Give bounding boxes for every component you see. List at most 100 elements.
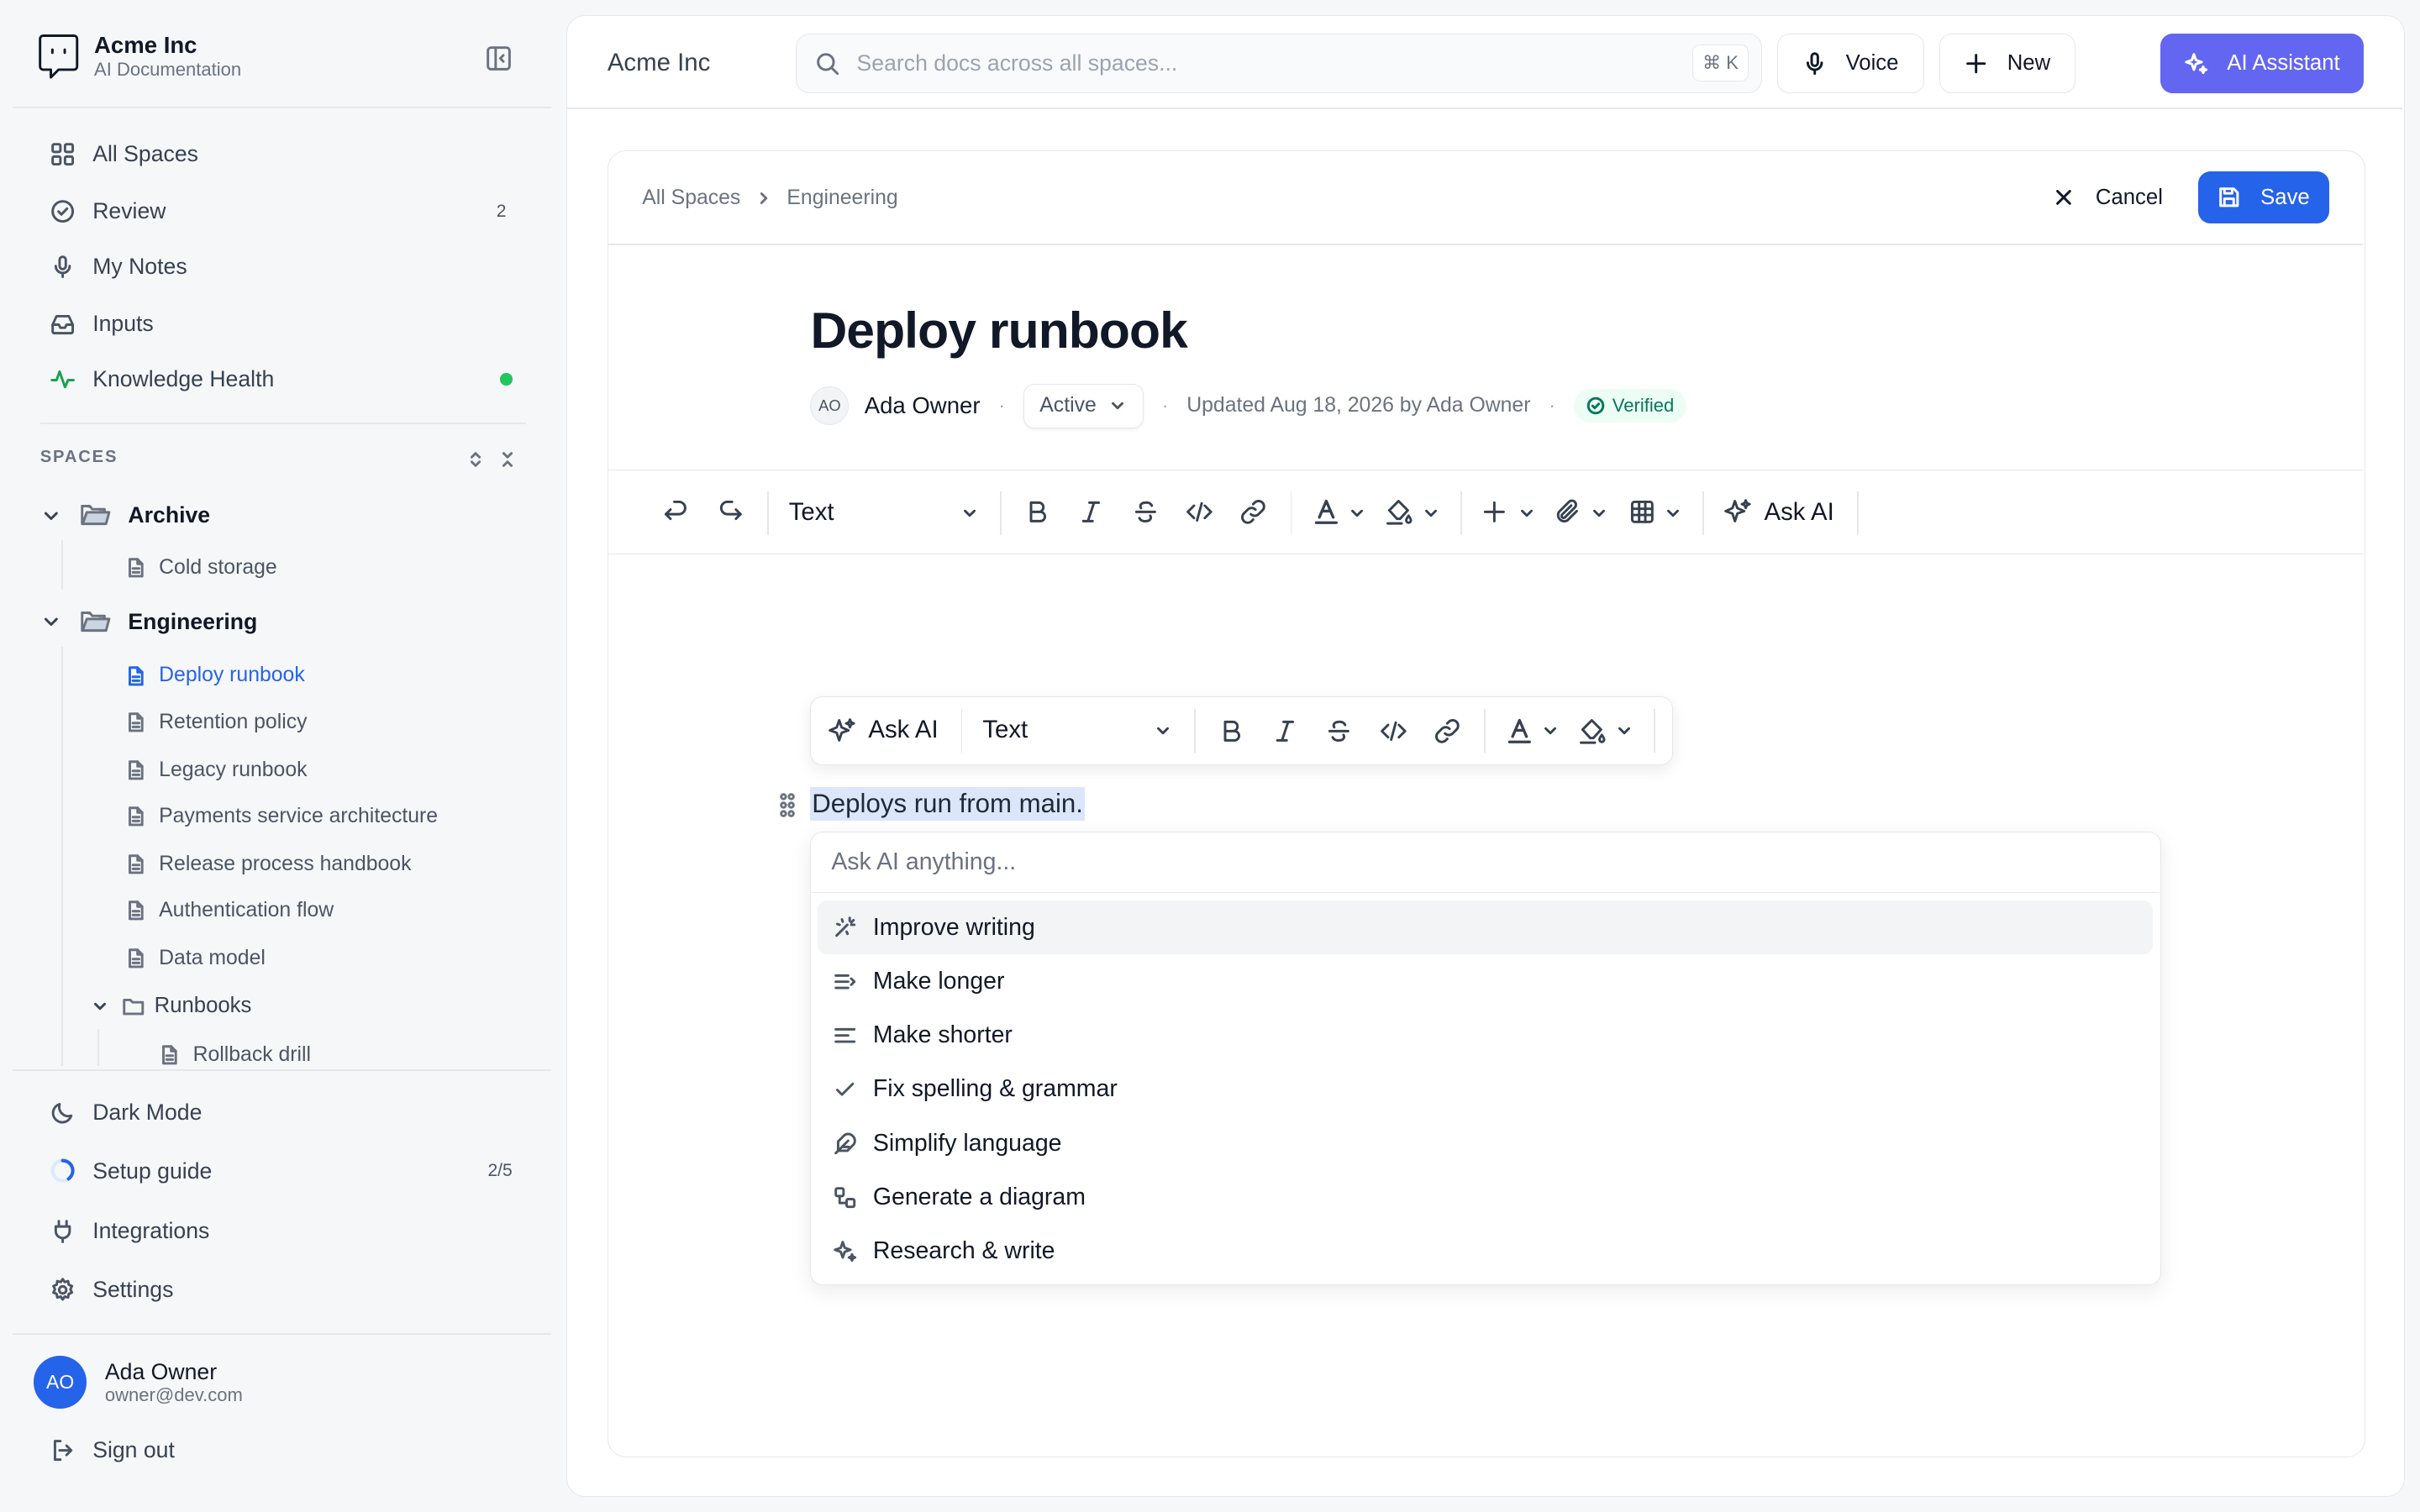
doc-payments-service-architecture[interactable]: Payments service architecture [125,802,438,830]
attachment-icon[interactable] [1553,496,1584,528]
doc-authentication-flow[interactable]: Authentication flow [125,896,334,924]
chevron-down-icon[interactable] [1664,504,1682,522]
bold-icon[interactable] [1216,716,1247,747]
bubble-block-type[interactable]: Text [982,716,1028,744]
bubble-ask-ai-button[interactable]: Ask AI [868,716,938,744]
nav-integrations[interactable]: Integrations [34,1206,528,1256]
strikethrough-icon[interactable] [1130,496,1161,528]
ai-prompt-input[interactable] [811,832,2159,893]
breadcrumb-engineering[interactable]: Engineering [786,186,897,210]
ai-option-simplify-language[interactable]: Simplify language [818,1116,2153,1170]
text-color-icon[interactable] [1504,716,1535,747]
editor-toolbar: Text Ask AI [608,469,2364,554]
chevron-down-icon[interactable] [1518,504,1536,522]
ai-option-make-longer[interactable]: Make longer [818,954,2153,1008]
sparkles-icon[interactable] [1723,496,1754,528]
user-avatar[interactable]: AO [34,1356,87,1409]
space-name: Engineering [128,608,258,634]
nav-all-spaces[interactable]: All Spaces [34,129,528,179]
search-bar[interactable]: ⌘ K [795,33,1762,94]
ai-assistant-button[interactable]: AI Assistant [2160,33,2365,94]
table-icon[interactable] [1627,496,1658,528]
strikethrough-icon[interactable] [1323,716,1355,747]
chevron-down-icon [1108,396,1127,415]
sparkles-icon[interactable] [827,716,858,747]
doc-retention-policy[interactable]: Retention policy [125,708,307,736]
ai-option-improve-writing[interactable]: Improve writing [817,900,2153,955]
check-circle-icon [50,198,76,224]
save-button[interactable]: Save [2197,171,2329,224]
ai-option-fix-spelling[interactable]: Fix spelling & grammar [818,1063,2153,1116]
gear-icon [50,1277,76,1303]
link-icon[interactable] [1238,496,1269,528]
folder-icon [122,995,145,1018]
author-avatar: AO [810,386,850,426]
sidebar-collapse-icon[interactable] [485,45,513,72]
nav-my-notes[interactable]: My Notes [34,242,528,291]
nav-inputs[interactable]: Inputs [34,299,528,349]
doc-cold-storage[interactable]: Cold storage [125,554,277,581]
ai-option-make-shorter[interactable]: Make shorter [818,1009,2153,1063]
chevron-down-icon[interactable] [1615,722,1634,740]
doc-rollback-drill[interactable]: Rollback drill [159,1042,311,1069]
space-archive[interactable]: Archive [40,500,210,531]
doc-data-model[interactable]: Data model [125,944,266,972]
breadcrumb-all-spaces[interactable]: All Spaces [642,186,740,210]
doc-deploy-runbook[interactable]: Deploy runbook [125,662,305,690]
insert-plus-icon[interactable] [1479,496,1510,528]
brand[interactable]: Acme Inc AI Documentation [37,31,241,81]
diagram-icon [833,1185,857,1210]
brand-subtitle: AI Documentation [94,58,242,80]
chevron-down-icon[interactable] [1154,722,1172,740]
bold-icon[interactable] [1022,496,1053,528]
toolbar-divider [1000,491,1002,535]
mic-icon [50,254,76,280]
chevron-down-icon [91,997,109,1016]
nav-settings[interactable]: Settings [34,1265,528,1315]
italic-icon[interactable] [1076,496,1107,528]
chevron-down-icon[interactable] [1348,504,1366,522]
nav-setup-guide[interactable]: Setup guide 2/5 [34,1147,528,1196]
nav-dark-mode[interactable]: Dark Mode [34,1088,528,1137]
ask-ai-button[interactable]: Ask AI [1765,498,1834,527]
cancel-button[interactable]: Cancel [2047,171,2170,223]
text-color-icon[interactable] [1311,496,1342,528]
status-value: Active [1039,394,1097,417]
code-icon[interactable] [1184,496,1215,528]
chevron-down-icon[interactable] [1541,722,1560,740]
document-title[interactable]: Deploy runbook [810,301,1187,360]
italic-icon[interactable] [1270,716,1301,747]
doc-legacy-runbook[interactable]: Legacy runbook [125,756,308,784]
highlight-icon[interactable] [1383,496,1414,528]
doc-release-process-handbook[interactable]: Release process handbook [125,850,411,878]
code-icon[interactable] [1378,716,1409,747]
search-input[interactable] [856,50,1660,76]
undo-icon[interactable] [660,496,692,528]
drag-handle-icon[interactable] [778,791,797,819]
selected-paragraph[interactable]: Deploys run from main. [810,786,1085,822]
nav-knowledge-health[interactable]: Knowledge Health [34,354,528,404]
chevron-down-icon[interactable] [1590,504,1608,522]
toolbar-divider [1193,709,1196,753]
status-dropdown[interactable]: Active [1023,383,1144,428]
sign-out-button[interactable]: Sign out [34,1425,528,1475]
progress-ring-icon [50,1158,76,1184]
plus-icon [1964,51,1988,76]
collapse-all-icon[interactable] [498,450,517,469]
chevron-down-icon[interactable] [960,504,979,522]
redo-icon[interactable] [715,496,746,528]
ai-option-research-write[interactable]: Research & write [818,1225,2153,1278]
chevron-down-icon[interactable] [1422,504,1440,522]
space-engineering[interactable]: Engineering [40,606,258,638]
highlight-icon[interactable] [1576,716,1607,747]
nav-label: Inputs [92,311,154,337]
ai-option-generate-diagram[interactable]: Generate a diagram [818,1170,2153,1224]
updated-info: Updated Aug 18, 2026 by Ada Owner [1186,394,1531,417]
sort-icon[interactable] [466,450,485,469]
new-button[interactable]: New [1939,33,2075,94]
voice-button[interactable]: Voice [1777,33,1924,94]
folder-runbooks[interactable]: Runbooks [91,992,251,1020]
nav-review[interactable]: Review 2 [34,186,528,236]
link-icon[interactable] [1432,716,1463,747]
block-type-select[interactable]: Text [789,498,834,527]
